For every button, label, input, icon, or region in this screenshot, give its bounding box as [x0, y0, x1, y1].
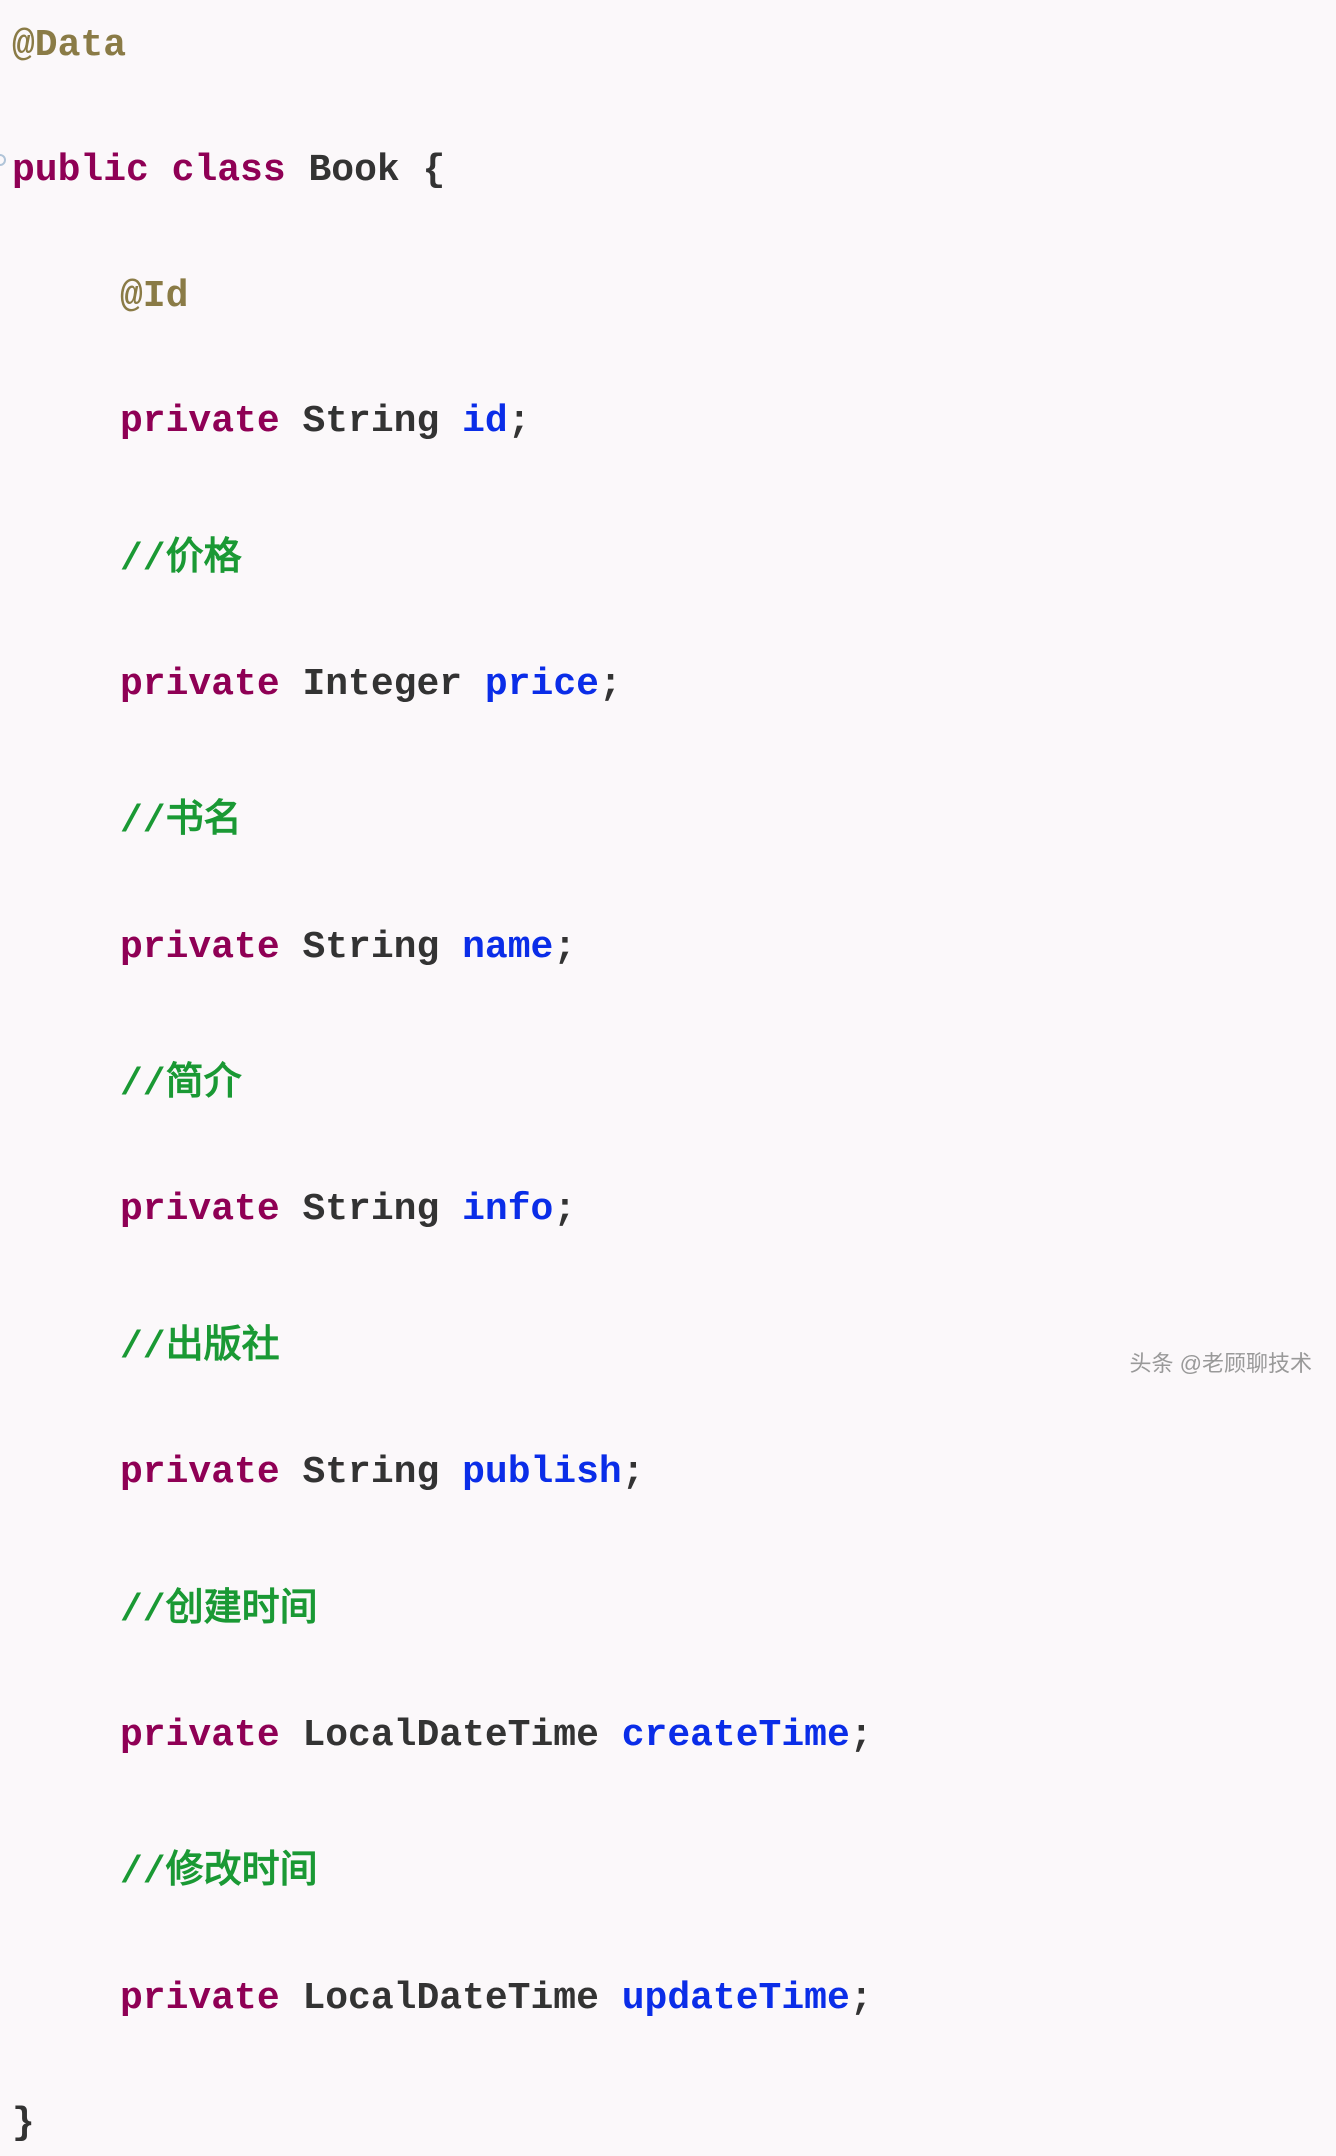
brace-close: }	[12, 2102, 35, 2145]
keyword-private: private	[120, 663, 280, 706]
brace-open: {	[400, 149, 446, 192]
code-block: @Data public class Book { @Id private St…	[12, 15, 1324, 2156]
type-string: String	[302, 400, 439, 443]
class-name: Book	[308, 149, 399, 192]
type-localdatetime: LocalDateTime	[302, 1714, 598, 1757]
comment-createtime: //创建时间	[120, 1589, 318, 1632]
comment-publish: //出版社	[120, 1326, 280, 1369]
field-updatetime: updateTime	[622, 1977, 850, 2020]
field-id: id	[462, 400, 508, 443]
keyword-private: private	[120, 926, 280, 969]
semicolon: ;	[508, 400, 531, 443]
type-integer: Integer	[302, 663, 462, 706]
keyword-class: class	[172, 149, 286, 192]
semicolon: ;	[850, 1977, 873, 2020]
keyword-private: private	[120, 1451, 280, 1494]
field-name: name	[462, 926, 553, 969]
keyword-public: public	[12, 149, 149, 192]
semicolon: ;	[553, 1188, 576, 1231]
semicolon: ;	[599, 663, 622, 706]
gutter-indicator-icon	[0, 154, 6, 166]
type-string: String	[302, 1451, 439, 1494]
field-info: info	[462, 1188, 553, 1231]
field-createtime: createTime	[622, 1714, 850, 1757]
type-string: String	[302, 1188, 439, 1231]
semicolon: ;	[850, 1714, 873, 1757]
keyword-private: private	[120, 1977, 280, 2020]
comment-name: //书名	[120, 800, 242, 843]
comment-info: //简介	[120, 1063, 242, 1106]
field-price: price	[485, 663, 599, 706]
comment-price: //价格	[120, 538, 242, 581]
keyword-private: private	[120, 1188, 280, 1231]
keyword-private: private	[120, 1714, 280, 1757]
watermark-text: 头条 @老顾聊技术	[1130, 1346, 1312, 1382]
annotation-data: @Data	[12, 24, 126, 67]
comment-updatetime: //修改时间	[120, 1851, 318, 1894]
type-string: String	[302, 926, 439, 969]
field-publish: publish	[462, 1451, 622, 1494]
annotation-id: @Id	[120, 275, 188, 318]
semicolon: ;	[622, 1451, 645, 1494]
keyword-private: private	[120, 400, 280, 443]
type-localdatetime: LocalDateTime	[302, 1977, 598, 2020]
semicolon: ;	[553, 926, 576, 969]
